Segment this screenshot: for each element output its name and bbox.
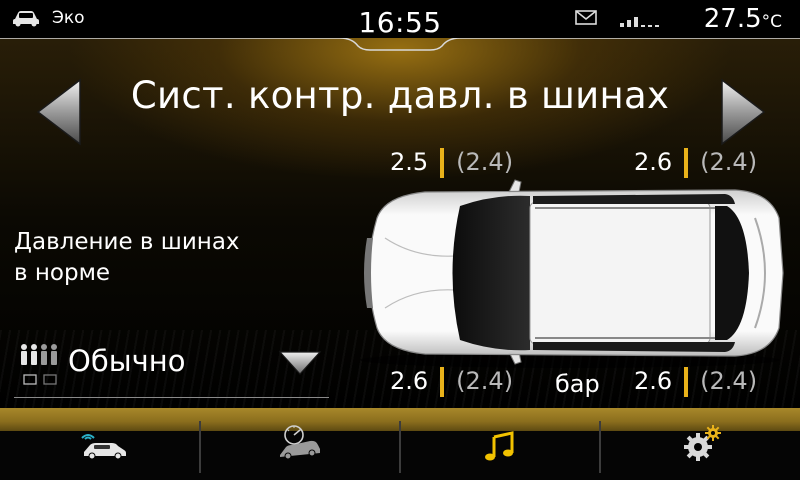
tire-pressure-screen: Сист. контр. давл. в шинах 2.5 (2.4) 2.6 (… — [0, 30, 800, 408]
tire-status-message: Давление в шинах в норме — [14, 227, 240, 289]
settings-gears-icon — [684, 425, 721, 461]
clock: 16:55 — [358, 6, 442, 39]
tire-reference-pressure: (2.4) — [456, 148, 514, 176]
tire-reference-pressure: (2.4) — [456, 367, 514, 395]
status-bar: Эко 16:55 27.5°C — [0, 0, 800, 39]
tire-rear-left: 2.6 (2.4) — [390, 367, 513, 397]
status-message-line: в норме — [14, 260, 111, 286]
music-note-icon — [485, 431, 514, 461]
status-message-line: Давление в шинах — [14, 229, 240, 255]
accent-divider — [684, 148, 689, 178]
accent-divider — [684, 367, 689, 397]
dock-button-car-assist[interactable] — [0, 431, 200, 480]
accent-divider — [440, 148, 445, 178]
tire-front-right: 2.6 (2.4) — [634, 148, 757, 178]
tire-current-pressure: 2.5 — [390, 148, 429, 176]
dock-button-settings[interactable] — [600, 425, 800, 480]
bottom-dock — [0, 421, 800, 480]
tire-reference-pressure: (2.4) — [700, 148, 758, 176]
tire-current-pressure: 2.6 — [634, 148, 673, 176]
next-page-arrow-icon[interactable] — [720, 78, 766, 146]
pressure-unit-label: бар — [555, 370, 600, 398]
chevron-down-icon[interactable] — [278, 350, 322, 376]
screen-title: Сист. контр. давл. в шинах — [130, 74, 670, 117]
car-assist-icon — [81, 434, 126, 460]
tire-front-left: 2.5 (2.4) — [390, 148, 513, 178]
accent-divider — [440, 367, 445, 397]
driving-data-icon — [280, 425, 320, 459]
dock-button-driving-data[interactable] — [200, 425, 400, 480]
dock-button-media[interactable] — [400, 431, 600, 480]
tire-rear-right: 2.6 (2.4) — [634, 367, 757, 397]
tire-reference-pressure: (2.4) — [700, 367, 758, 395]
outside-temperature: 27.5°C — [703, 4, 782, 34]
mail-icon[interactable] — [575, 10, 597, 25]
passenger-load-icon — [21, 344, 57, 385]
tire-current-pressure: 2.6 — [390, 367, 429, 395]
tire-current-pressure: 2.6 — [634, 367, 673, 395]
temperature-unit: °C — [761, 12, 782, 32]
car-top-view-icon — [360, 179, 784, 368]
load-setting-underline — [14, 397, 329, 398]
signal-icon — [620, 17, 659, 27]
load-setting-value[interactable]: Обычно — [68, 344, 185, 378]
